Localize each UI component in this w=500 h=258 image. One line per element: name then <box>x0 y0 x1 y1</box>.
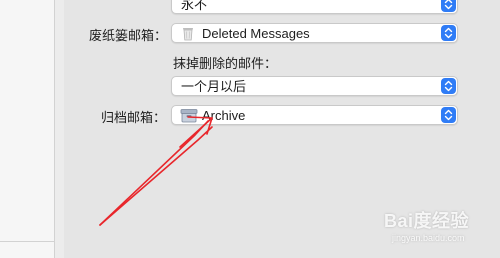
watermark-text: Bai度经验 <box>384 211 470 231</box>
baidu-watermark: Bai度经验 jingyan.baidu.com <box>384 203 500 251</box>
watermark-url: jingyan.baidu.com <box>392 233 465 243</box>
